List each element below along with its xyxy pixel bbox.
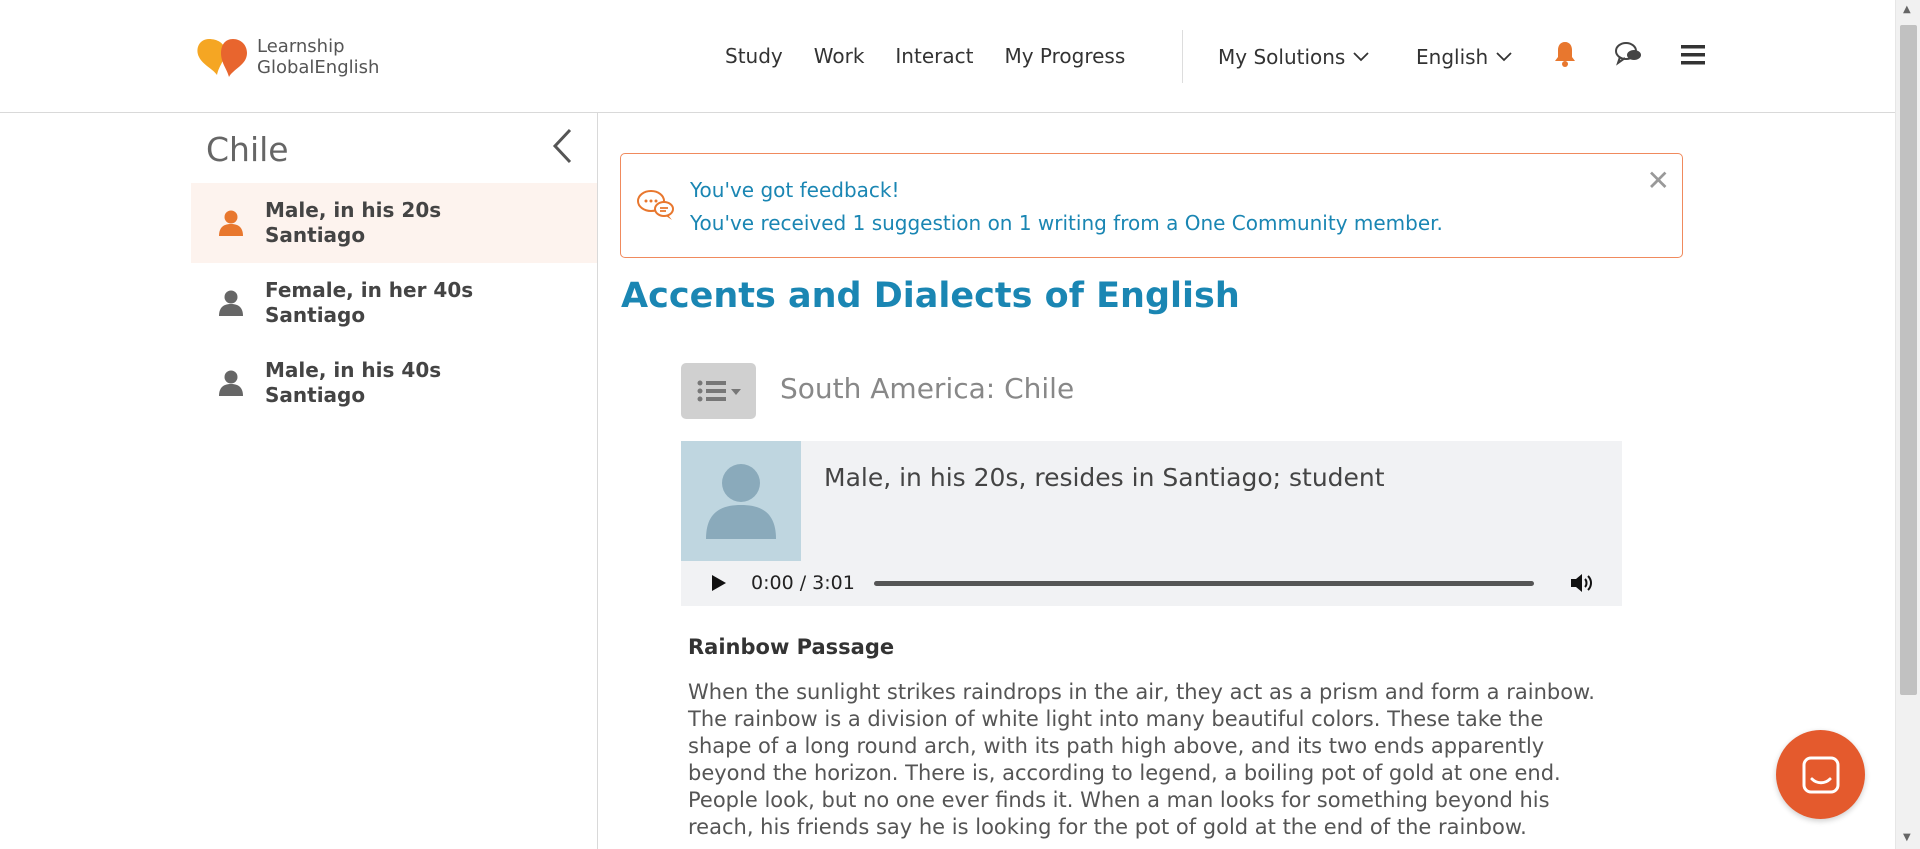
person-icon xyxy=(219,210,243,236)
sidebar: Chile Male, in his 20s Santiago Female, … xyxy=(191,113,598,849)
messenger-icon xyxy=(1802,756,1839,793)
list-menu-button[interactable] xyxy=(681,363,756,419)
nav-my-progress[interactable]: My Progress xyxy=(1004,44,1125,68)
passage-title: Rainbow Passage xyxy=(688,635,895,659)
language-label: English xyxy=(1416,45,1489,69)
speaker-line1: Female, in her 40s xyxy=(265,278,474,302)
speaker-item[interactable]: Female, in her 40s Santiago xyxy=(191,263,597,343)
nav-divider xyxy=(1182,30,1183,83)
person-icon xyxy=(706,464,776,539)
person-icon-wrap xyxy=(191,369,265,397)
chat-bubbles-icon[interactable] xyxy=(1614,40,1644,68)
page-scrollbar[interactable]: ▲ ▼ xyxy=(1895,0,1920,849)
feedback-heading[interactable]: You've got feedback! xyxy=(690,178,900,202)
speaker-line2: Santiago xyxy=(265,383,366,407)
avatar xyxy=(681,441,801,561)
speaker-text: Male, in his 20s Santiago xyxy=(265,198,441,248)
close-icon[interactable]: ✕ xyxy=(1647,164,1670,197)
speaker-item[interactable]: Male, in his 40s Santiago xyxy=(191,343,597,423)
speaker-item[interactable]: Male, in his 20s Santiago xyxy=(191,183,597,263)
speaker-line2: Santiago xyxy=(265,303,366,327)
page-title: Accents and Dialects of English xyxy=(621,276,1240,316)
scroll-down-arrow[interactable]: ▼ xyxy=(1903,832,1911,843)
logo-text: Learnship GlobalEnglish xyxy=(257,36,379,78)
list-menu-icon xyxy=(697,380,741,402)
nav-interact[interactable]: Interact xyxy=(895,44,973,68)
person-icon-wrap xyxy=(191,209,265,237)
section-title: South America: Chile xyxy=(780,372,1075,405)
feedback-chat-icon xyxy=(637,190,674,220)
chevron-down-icon xyxy=(1496,52,1512,62)
logo[interactable]: Learnship GlobalEnglish xyxy=(195,35,379,79)
speaker-list: Male, in his 20s Santiago Female, in her… xyxy=(191,183,597,423)
chevron-down-icon xyxy=(1353,52,1369,62)
hamburger-icon[interactable] xyxy=(1681,45,1705,65)
person-icon xyxy=(219,290,243,316)
time-display: 0:00 / 3:01 xyxy=(751,572,855,594)
nav-study[interactable]: Study xyxy=(725,44,783,68)
chevron-left-icon[interactable] xyxy=(551,128,573,164)
scroll-thumb[interactable] xyxy=(1900,25,1917,695)
messenger-button[interactable] xyxy=(1776,730,1865,819)
person-icon-wrap xyxy=(191,289,265,317)
person-icon xyxy=(219,370,243,396)
logo-line1: Learnship xyxy=(257,36,345,57)
language-dropdown[interactable]: English xyxy=(1416,45,1512,69)
volume-icon[interactable] xyxy=(1569,571,1595,595)
audio-player: 0:00 / 3:01 xyxy=(681,561,1622,606)
speaker-line1: Male, in his 20s xyxy=(265,198,442,222)
nav-work[interactable]: Work xyxy=(814,44,865,68)
feedback-banner[interactable]: You've got feedback! You've received 1 s… xyxy=(620,153,1683,258)
logo-line2: GlobalEnglish xyxy=(257,57,380,78)
my-solutions-label: My Solutions xyxy=(1218,45,1346,69)
main-nav: Study Work Interact My Progress xyxy=(725,44,1125,68)
scroll-up-arrow[interactable]: ▲ xyxy=(1903,4,1911,15)
sidebar-title: Chile xyxy=(206,130,289,169)
speaker-line1: Male, in his 40s xyxy=(265,358,442,382)
learnship-logo-icon xyxy=(197,39,247,77)
feedback-message[interactable]: You've received 1 suggestion on 1 writin… xyxy=(690,211,1443,235)
passage-text: When the sunlight strikes raindrops in t… xyxy=(688,680,1595,839)
speaker-text: Female, in her 40s Santiago xyxy=(265,278,473,328)
my-solutions-dropdown[interactable]: My Solutions xyxy=(1218,45,1369,69)
seek-bar[interactable] xyxy=(874,581,1534,586)
play-icon[interactable] xyxy=(711,574,727,592)
audio-description: Male, in his 20s, resides in Santiago; s… xyxy=(824,463,1385,492)
bell-icon[interactable] xyxy=(1553,40,1577,68)
audio-card: Male, in his 20s, resides in Santiago; s… xyxy=(681,441,1622,606)
speaker-text: Male, in his 40s Santiago xyxy=(265,358,441,408)
top-header: Learnship GlobalEnglish Study Work Inter… xyxy=(0,0,1895,113)
speaker-line2: Santiago xyxy=(265,223,366,247)
